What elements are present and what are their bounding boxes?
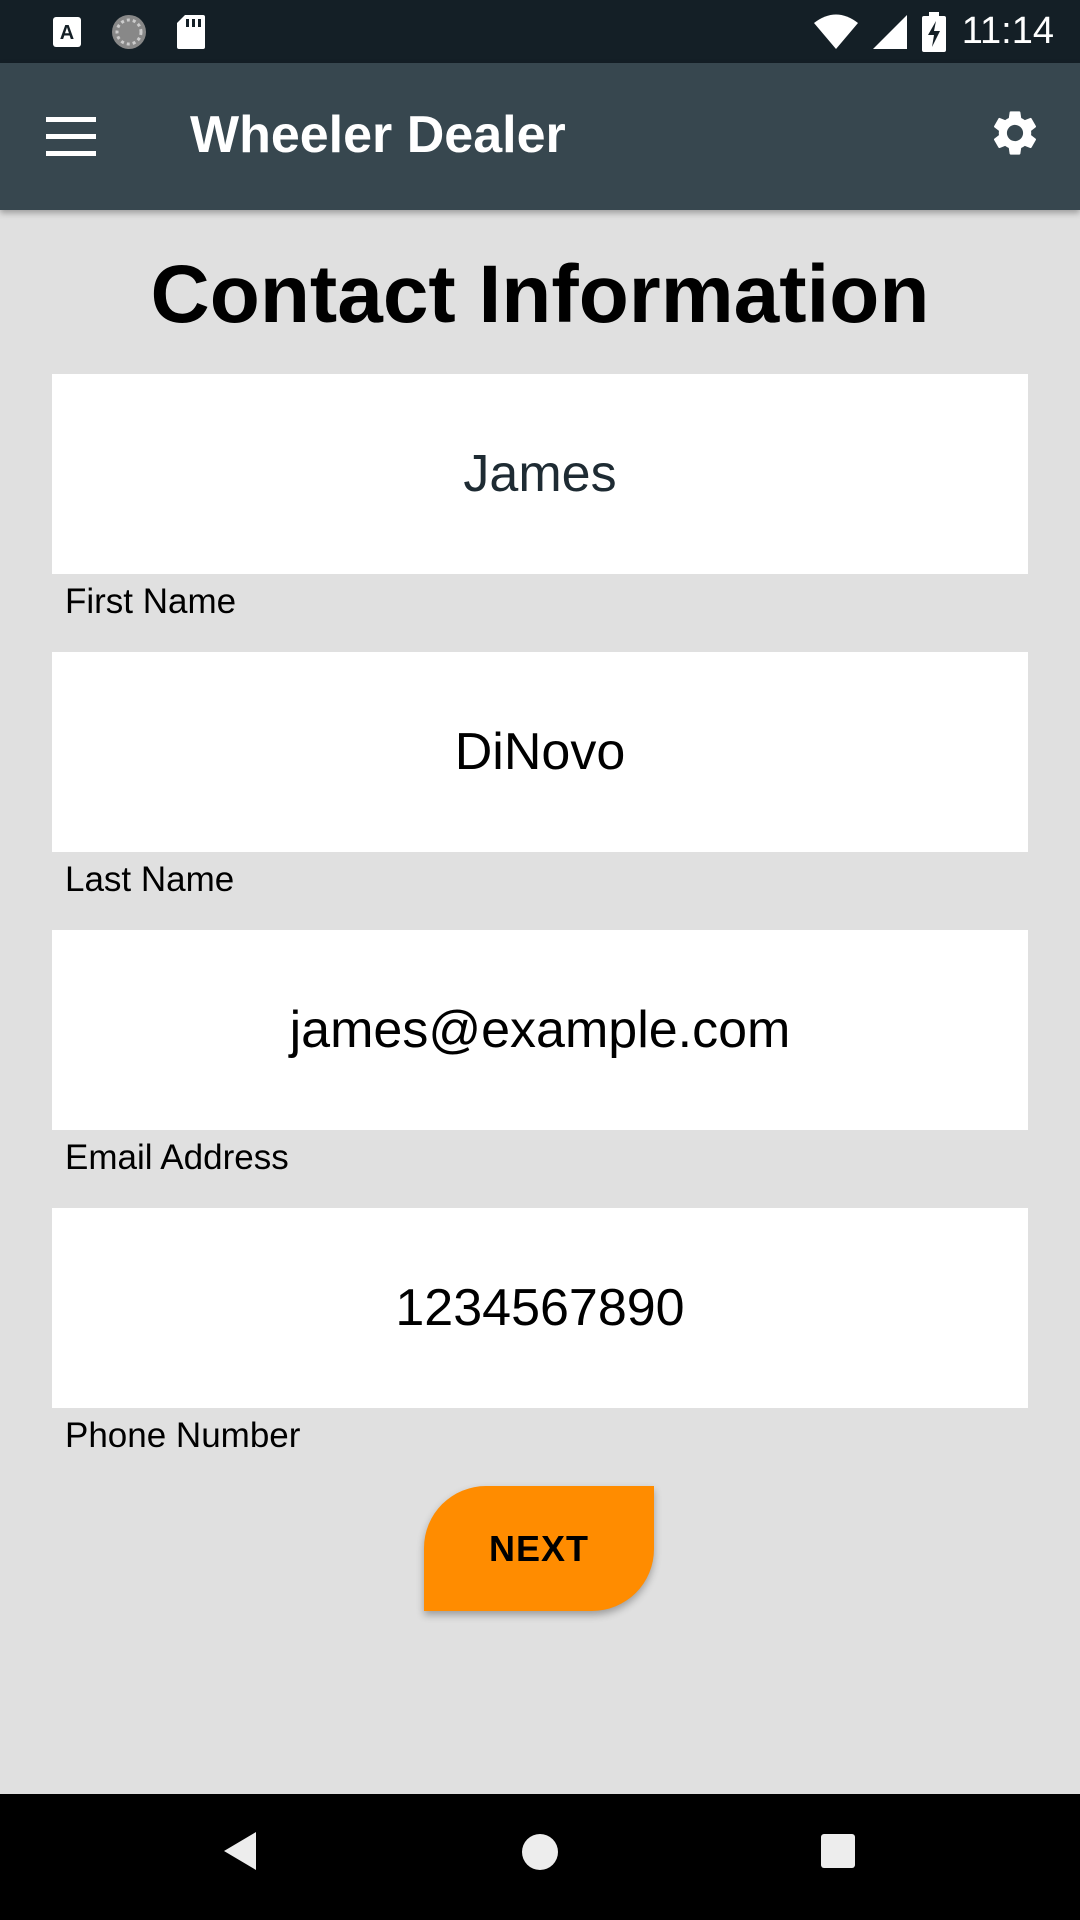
home-icon[interactable]	[522, 1834, 558, 1870]
last-name-field[interactable]	[52, 652, 1028, 852]
next-button[interactable]: NEXT	[424, 1486, 654, 1611]
navigation-bar	[0, 1794, 1080, 1920]
sd-card-icon	[177, 14, 205, 49]
a-notification-icon: A	[53, 16, 81, 47]
menu-icon[interactable]	[46, 117, 98, 157]
clock: 11:14	[961, 10, 1054, 52]
last-name-label: Last Name	[65, 860, 235, 899]
svg-text:A: A	[60, 22, 74, 44]
battery-charging-icon	[921, 11, 946, 52]
first-name-label: First Name	[65, 582, 237, 621]
phone-label: Phone Number	[65, 1416, 301, 1455]
back-icon[interactable]	[222, 1830, 258, 1872]
gear-icon[interactable]	[988, 106, 1042, 160]
recents-icon[interactable]	[821, 1834, 855, 1868]
email-label: Email Address	[65, 1138, 289, 1177]
phone-field[interactable]	[52, 1208, 1028, 1408]
app-title: Wheeler Dealer	[190, 106, 566, 164]
page-title: Contact Information	[150, 249, 930, 340]
wifi-icon	[813, 14, 858, 49]
signal-icon	[872, 14, 907, 49]
email-field[interactable]	[52, 930, 1028, 1130]
app-bar: Wheeler Dealer	[0, 63, 1080, 210]
loading-icon	[112, 14, 146, 49]
first-name-field[interactable]	[52, 374, 1028, 574]
status-bar: A 11:14	[0, 0, 1080, 63]
